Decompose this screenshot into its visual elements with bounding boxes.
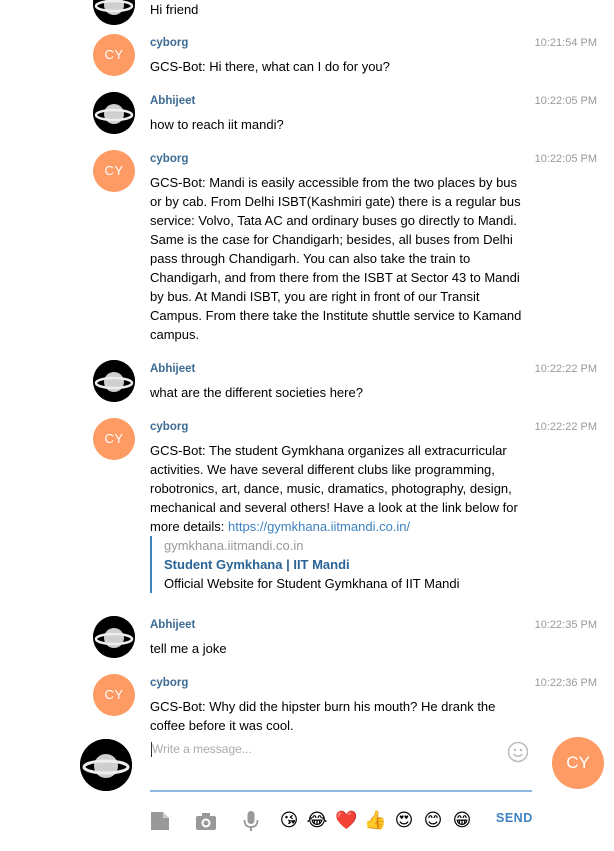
- planet-icon: [93, 92, 135, 134]
- message-author[interactable]: Abhijeet: [150, 363, 195, 375]
- emoji-smile[interactable]: 😊: [422, 810, 444, 832]
- message-author[interactable]: Abhijeet: [150, 619, 195, 631]
- user-avatar[interactable]: [93, 0, 135, 25]
- emoji-heart-eyes[interactable]: 😍: [393, 810, 415, 832]
- emoji-tears-of-joy[interactable]: 😂: [306, 810, 328, 832]
- message-time: 10:22:05 PM: [534, 153, 597, 165]
- preview-description: Official Website for Student Gymkhana of…: [164, 576, 460, 591]
- bot-avatar[interactable]: CY: [93, 34, 135, 76]
- document-icon[interactable]: [149, 810, 171, 832]
- message-link[interactable]: https://gymkhana.iitmandi.co.in/: [228, 519, 410, 534]
- bot-avatar[interactable]: CY: [93, 150, 135, 192]
- emoji-heart[interactable]: ❤️: [335, 810, 357, 832]
- message-author[interactable]: cyborg: [150, 37, 188, 49]
- link-preview[interactable]: gymkhana.iitmandi.co.in Student Gymkhana…: [150, 536, 526, 593]
- emoji-grin[interactable]: 😁: [451, 810, 473, 832]
- message-time: 10:21:54 PM: [534, 37, 597, 49]
- message-author[interactable]: Abhijeet: [150, 95, 195, 107]
- message-time: 10:22:35 PM: [534, 619, 597, 631]
- planet-icon: [93, 616, 135, 658]
- microphone-icon[interactable]: [240, 810, 262, 832]
- bot-avatar[interactable]: CY: [93, 418, 135, 460]
- message-text: GCS-Bot: The student Gymkhana organizes …: [150, 441, 526, 536]
- emoji-kiss[interactable]: 😘: [278, 810, 300, 832]
- message-time: 10:22:05 PM: [534, 95, 597, 107]
- message-text: GCS-Bot: Mandi is easily accessible from…: [150, 175, 522, 342]
- planet-icon: [80, 739, 132, 791]
- planet-icon: [93, 0, 135, 25]
- camera-icon[interactable]: [195, 810, 217, 832]
- message-author[interactable]: cyborg: [150, 153, 188, 165]
- text-cursor: [151, 742, 152, 757]
- message-list: Hi friend CY cyborg 10:21:54 PM GCS-Bot:…: [0, 0, 614, 730]
- preview-site: gymkhana.iitmandi.co.in: [164, 538, 304, 553]
- message-time: 10:22:22 PM: [534, 421, 597, 433]
- send-button[interactable]: SEND: [496, 811, 533, 825]
- message-input[interactable]: [150, 740, 532, 792]
- user-avatar[interactable]: [93, 92, 135, 134]
- message-text: GCS-Bot: Why did the hipster burn his mo…: [150, 699, 496, 730]
- user-avatar[interactable]: [93, 360, 135, 402]
- message-text: GCS-Bot: Hi there, what can I do for you…: [150, 59, 390, 74]
- message-time: 10:22:22 PM: [534, 363, 597, 375]
- emoji-picker-icon[interactable]: [507, 741, 529, 763]
- message-text: what are the different societies here?: [150, 385, 363, 400]
- emoji-thumbs-up[interactable]: 👍: [364, 810, 386, 832]
- message-text: how to reach iit mandi?: [150, 117, 284, 132]
- bot-avatar[interactable]: CY: [93, 674, 135, 716]
- message-time: 10:22:36 PM: [534, 677, 597, 689]
- user-avatar[interactable]: [93, 616, 135, 658]
- preview-title[interactable]: Student Gymkhana | IIT Mandi: [164, 555, 526, 574]
- message-text: Hi friend: [150, 2, 199, 17]
- composer: CY 😘 😂 ❤️ 👍 😍 😊 😁 SEND: [0, 730, 614, 851]
- message-author[interactable]: cyborg: [150, 677, 188, 689]
- planet-icon: [93, 360, 135, 402]
- peer-avatar[interactable]: CY: [552, 737, 604, 789]
- message-author[interactable]: cyborg: [150, 421, 188, 433]
- self-avatar[interactable]: [80, 739, 132, 791]
- message-text: tell me a joke: [150, 641, 227, 656]
